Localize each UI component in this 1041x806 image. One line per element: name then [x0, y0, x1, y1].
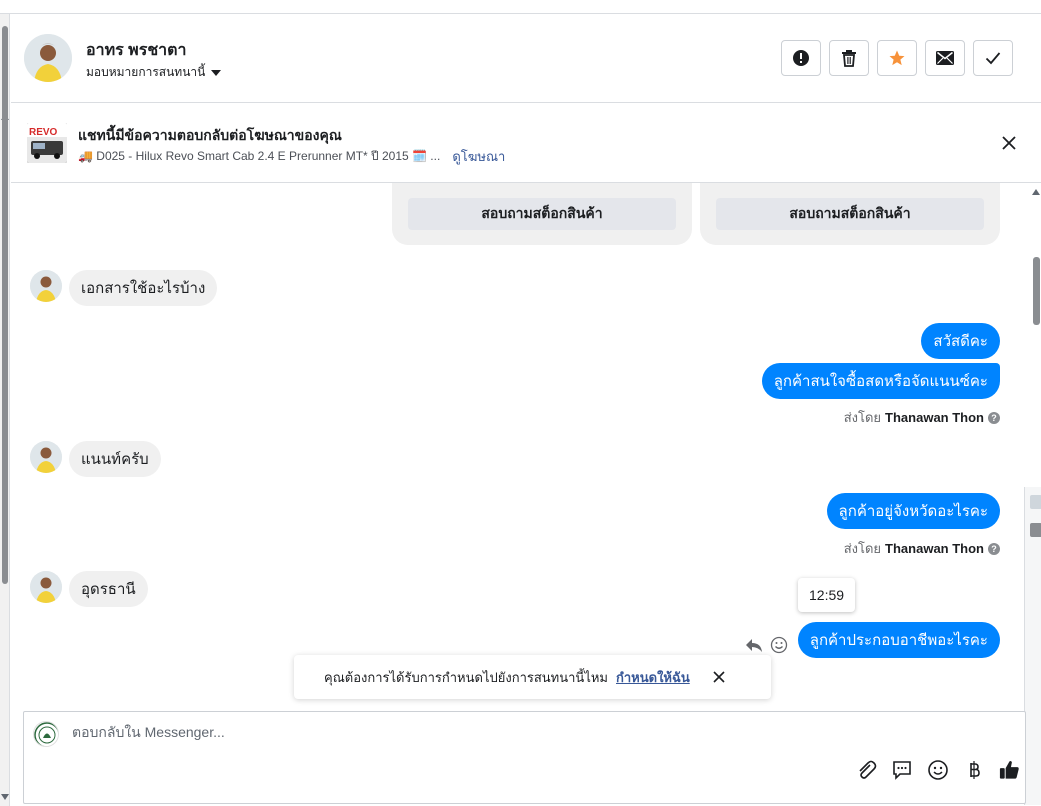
product-card: สอบถามสต็อกสินค้า [700, 183, 1000, 245]
view-ad-link[interactable]: ดูโฆษณา [452, 146, 505, 167]
sent-by-name: Thanawan Thon [885, 541, 984, 556]
composer-tools [854, 758, 1021, 781]
check-icon [985, 52, 1001, 65]
contact-name[interactable]: อาทร พรชาตา [86, 38, 187, 63]
mail-button[interactable] [925, 40, 965, 76]
ask-stock-button[interactable]: สอบถามสต็อกสินค้า [408, 198, 676, 230]
contact-avatar[interactable] [24, 34, 72, 82]
payment-button[interactable] [962, 758, 985, 781]
ad-thumb-label: REVO [29, 127, 58, 138]
thread-scrollbar-thumb[interactable] [1033, 257, 1040, 325]
customer-avatar [30, 571, 62, 603]
ad-thumbnail[interactable]: REVO [27, 123, 67, 163]
trash-icon [842, 50, 856, 67]
mark-done-button[interactable] [973, 40, 1013, 76]
customer-avatar [30, 270, 62, 302]
left-scrollbar-thumb[interactable] [2, 26, 8, 584]
like-button[interactable] [998, 758, 1021, 781]
page-avatar [33, 721, 59, 747]
ask-stock-button[interactable]: สอบถามสต็อกสินค้า [716, 198, 984, 230]
side-thumb[interactable] [1030, 523, 1041, 537]
scroll-up-arrow-icon[interactable] [1032, 189, 1040, 195]
mail-icon [936, 51, 954, 65]
alert-icon [793, 50, 809, 66]
reply-composer [23, 711, 1026, 804]
side-thumb[interactable] [1030, 495, 1041, 509]
toast-close-button[interactable] [711, 669, 727, 685]
messenger-inbox-view: อาทร พรชาตา มอบหมายการสนทนานี้ REVO แชทน… [0, 0, 1041, 806]
assign-to-me-link[interactable]: กำหนดให้ฉัน [616, 667, 690, 688]
close-icon [713, 671, 725, 683]
sent-by-prefix: ส่งโดย [843, 541, 882, 556]
sent-by-prefix: ส่งโดย [843, 410, 882, 425]
help-icon[interactable]: ? [988, 542, 1000, 555]
delete-button[interactable] [829, 40, 869, 76]
baht-icon [969, 760, 980, 779]
ad-reply-banner: REVO แชทนี้มีข้อความตอบกลับต่อโฆษณาของคุ… [11, 103, 1041, 183]
reply-input[interactable] [72, 724, 932, 740]
message-thread[interactable]: สอบถามสต็อกสินค้า สอบถามสต็อกสินค้า เอกส… [11, 183, 1031, 658]
star-icon [889, 50, 905, 66]
ad-banner-title: แชทนี้มีข้อความตอบกลับต่อโฆษณาของคุณ [78, 127, 342, 143]
react-smiley-icon[interactable] [770, 636, 788, 654]
assign-label: มอบหมายการสนทนานี้ [86, 65, 206, 79]
sent-by-line: ส่งโดย Thanawan Thon ? [844, 407, 1000, 428]
left-scrollbar[interactable] [0, 14, 10, 806]
close-banner-button[interactable] [999, 133, 1019, 153]
sent-by-name: Thanawan Thon [885, 410, 984, 425]
incoming-message[interactable]: อุดรธานี [69, 571, 148, 607]
assign-prompt-text: คุณต้องการได้รับการกำหนดไปยังการสนทนานี้… [324, 669, 608, 685]
incoming-message[interactable]: แนนท์ครับ [69, 441, 161, 477]
timestamp-tooltip: 12:59 [798, 578, 856, 612]
emoji-button[interactable] [926, 758, 949, 781]
ad-name: 🚚 D025 - Hilux Revo Smart Cab 2.4 E Prer… [78, 149, 441, 163]
saved-reply-icon [892, 760, 911, 780]
caret-down-icon [211, 69, 222, 76]
assign-conversation-dropdown[interactable]: มอบหมายการสนทนานี้ [86, 63, 222, 82]
outgoing-message[interactable]: สวัสดีคะ [921, 323, 1000, 359]
header-action-buttons [781, 40, 1013, 76]
emoji-icon [927, 759, 948, 780]
outgoing-message[interactable]: ลูกค้าสนใจซื้อสดหรือจัดแนนซ์คะ [761, 363, 1000, 399]
close-icon [1002, 136, 1016, 150]
outgoing-message[interactable]: ลูกค้าประกอบอาชีพอะไรคะ [797, 622, 1000, 658]
message-actions [744, 636, 788, 654]
star-button[interactable] [877, 40, 917, 76]
conversation-header: อาทร พรชาตา มอบหมายการสนทนานี้ [11, 14, 1041, 103]
ad-banner-subtitle: 🚚 D025 - Hilux Revo Smart Cab 2.4 E Prer… [78, 146, 505, 167]
outgoing-message[interactable]: ลูกค้าอยู่จังหวัดอะไรคะ [826, 493, 1000, 529]
incoming-message[interactable]: เอกสารใช้อะไรบ้าง [69, 270, 218, 306]
reply-icon[interactable] [744, 636, 764, 654]
saved-reply-button[interactable] [890, 758, 913, 781]
assign-prompt-toast: คุณต้องการได้รับการกำหนดไปยังการสนทนานี้… [294, 655, 771, 699]
top-border [0, 0, 1041, 14]
attach-button[interactable] [854, 758, 877, 781]
thumbs-up-icon [999, 760, 1019, 779]
side-panel-edge[interactable] [1024, 487, 1041, 805]
product-card: สอบถามสต็อกสินค้า [392, 183, 692, 245]
attach-icon [858, 760, 876, 779]
sent-by-line: ส่งโดย Thanawan Thon ? [844, 538, 1000, 559]
report-button[interactable] [781, 40, 821, 76]
scroll-down-arrow-icon[interactable] [1, 794, 9, 800]
help-icon[interactable]: ? [988, 411, 1000, 424]
customer-avatar [30, 441, 62, 473]
